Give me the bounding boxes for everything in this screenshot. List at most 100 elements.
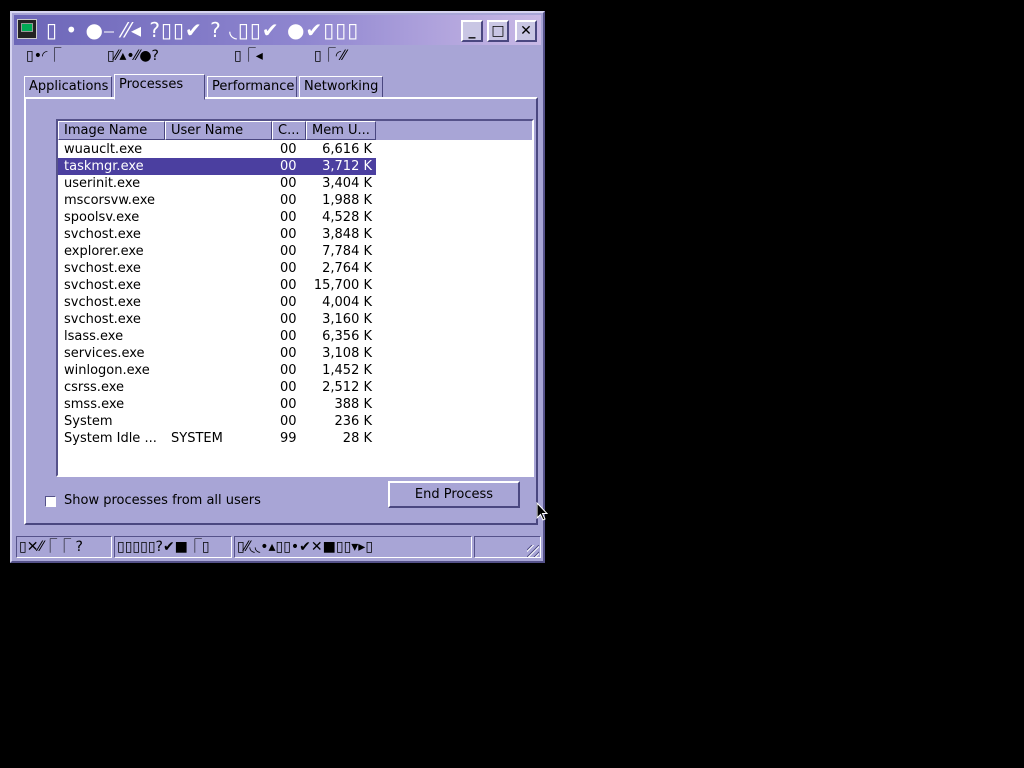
show-all-users-checkbox[interactable] [45,496,56,507]
table-row[interactable]: lsass.exe 00 6,356 K [58,328,376,345]
process-mem-cell: 4,004 K [322,295,372,310]
process-name-cell: svchost.exe [64,312,141,327]
table-row[interactable]: System Idle ... SYSTEM 99 28 K [58,430,376,447]
process-cpu-cell: 00 [280,261,297,276]
process-mem-cell: 1,988 K [322,193,372,208]
process-cpu-cell: 00 [280,210,297,225]
table-row[interactable]: System 00 236 K [58,413,376,430]
resize-grip[interactable] [527,545,539,557]
process-cpu-cell: 00 [280,414,297,429]
menu-item-help[interactable]: ▯⎾◜⁄⁄ [314,45,346,67]
process-cpu-cell: 00 [280,312,297,327]
process-mem-cell: 1,452 K [322,363,372,378]
process-mem-cell: 2,764 K [322,261,372,276]
tab-performance[interactable]: Performance [207,76,297,98]
process-cpu-cell: 00 [280,380,297,395]
process-mem-cell: 6,356 K [322,329,372,344]
table-row[interactable]: wuauclt.exe 00 6,616 K [58,141,376,158]
process-cpu-cell: 00 [280,227,297,242]
process-mem-cell: 7,784 K [322,244,372,259]
column-image-name[interactable]: Image Name [58,121,165,140]
process-name-cell: svchost.exe [64,278,141,293]
column-mem-usage[interactable]: Mem U... [306,121,376,140]
status-pane-processes: ▯✕⁄⁄⎾⎾ ? [16,536,112,558]
process-mem-cell: 3,404 K [322,176,372,191]
table-row[interactable]: svchost.exe 00 15,700 K [58,277,376,294]
maximize-button[interactable]: □ [487,20,509,42]
process-name-cell: userinit.exe [64,176,141,191]
process-name-cell: taskmgr.exe [64,159,144,174]
column-user-name[interactable]: User Name [165,121,272,140]
process-name-cell: smss.exe [64,397,125,412]
process-name-cell: spoolsv.exe [64,210,140,225]
process-cpu-cell: 00 [280,142,297,157]
column-cpu[interactable]: C... [272,121,306,140]
table-row[interactable]: taskmgr.exe 00 3,712 K [58,158,376,175]
process-mem-cell: 3,108 K [322,346,372,361]
process-name-cell: svchost.exe [64,295,141,310]
status-pane-cpu: ▯▯▯▯▯?✔■⎾▯ [114,536,232,558]
table-row[interactable]: winlogon.exe 00 1,452 K [58,362,376,379]
process-list[interactable]: Image Name User Name C... Mem U... wuauc… [56,119,534,477]
process-cpu-cell: 00 [280,244,297,259]
table-row[interactable]: svchost.exe 00 4,004 K [58,294,376,311]
process-cpu-cell: 00 [280,159,297,174]
status-bar: ▯✕⁄⁄⎾⎾ ? ▯▯▯▯▯?✔■⎾▯ ▯⁄⁄◟◟•▴▯▯•✔✕■▯▯▾▸▯ [14,535,541,559]
process-name-cell: wuauclt.exe [64,142,143,157]
process-name-cell: svchost.exe [64,261,141,276]
process-name-cell: svchost.exe [64,227,141,242]
process-mem-cell: 3,712 K [322,159,372,174]
table-row[interactable]: services.exe 00 3,108 K [58,345,376,362]
table-row[interactable]: spoolsv.exe 00 4,528 K [58,209,376,226]
process-user-cell: SYSTEM [171,431,223,446]
menu-item-view[interactable]: ▯⎾◂ [234,45,263,67]
mouse-pointer-icon [536,502,548,521]
process-cpu-cell: 00 [280,176,297,191]
process-mem-cell: 2,512 K [322,380,372,395]
process-mem-cell: 3,848 K [322,227,372,242]
process-cpu-cell: 00 [280,329,297,344]
tab-networking[interactable]: Networking [299,76,383,98]
table-row[interactable]: mscorsvw.exe 00 1,988 K [58,192,376,209]
process-mem-cell: 388 K [334,397,372,412]
table-row[interactable]: userinit.exe 00 3,404 K [58,175,376,192]
process-name-cell: lsass.exe [64,329,124,344]
table-row[interactable]: svchost.exe 00 3,160 K [58,311,376,328]
menu-item-file[interactable]: ▯•◜⎾ [26,45,61,67]
tab-processes[interactable]: Processes [114,74,205,100]
table-row[interactable]: svchost.exe 00 3,848 K [58,226,376,243]
tab-applications[interactable]: Applications [24,76,112,98]
process-cpu-cell: 00 [280,278,297,293]
process-cpu-cell: 99 [280,431,297,446]
process-mem-cell: 4,528 K [322,210,372,225]
title-bar[interactable]: ▯ • ●⎯ ⁄⁄◂ ?▯▯✔ ? ◟▯▯✔ ●✔▯▯▯ _ □ ✕ [14,15,541,45]
minimize-button[interactable]: _ [461,20,483,42]
menu-item-options[interactable]: ▯⁄⁄▴•⁄⁄●? [107,45,159,67]
tab-strip: Applications Processes Performance Netwo… [24,74,524,100]
process-cpu-cell: 00 [280,363,297,378]
end-process-button[interactable]: End Process [388,481,520,508]
list-header: Image Name User Name C... Mem U... [58,121,532,140]
process-name-cell: System [64,414,113,429]
show-all-users-label[interactable]: Show processes from all users [64,491,261,511]
task-manager-window: ▯ • ●⎯ ⁄⁄◂ ?▯▯✔ ? ◟▯▯✔ ●✔▯▯▯ _ □ ✕ ▯•◜⎾ … [10,11,545,563]
process-cpu-cell: 00 [280,397,297,412]
process-name-cell: services.exe [64,346,145,361]
task-manager-app-icon[interactable] [17,19,37,39]
table-row[interactable]: svchost.exe 00 2,764 K [58,260,376,277]
status-pane-memory: ▯⁄⁄◟◟•▴▯▯•✔✕■▯▯▾▸▯ [234,536,472,558]
process-cpu-cell: 00 [280,295,297,310]
processes-panel: Image Name User Name C... Mem U... wuauc… [24,97,538,525]
process-mem-cell: 236 K [334,414,372,429]
close-button[interactable]: ✕ [515,20,537,42]
process-cpu-cell: 00 [280,346,297,361]
process-name-cell: mscorsvw.exe [64,193,155,208]
process-mem-cell: 3,160 K [322,312,372,327]
table-row[interactable]: csrss.exe 00 2,512 K [58,379,376,396]
process-mem-cell: 6,616 K [322,142,372,157]
process-name-cell: csrss.exe [64,380,125,395]
table-row[interactable]: explorer.exe 00 7,784 K [58,243,376,260]
process-name-cell: winlogon.exe [64,363,150,378]
table-row[interactable]: smss.exe 00 388 K [58,396,376,413]
process-mem-cell: 28 K [342,431,372,446]
